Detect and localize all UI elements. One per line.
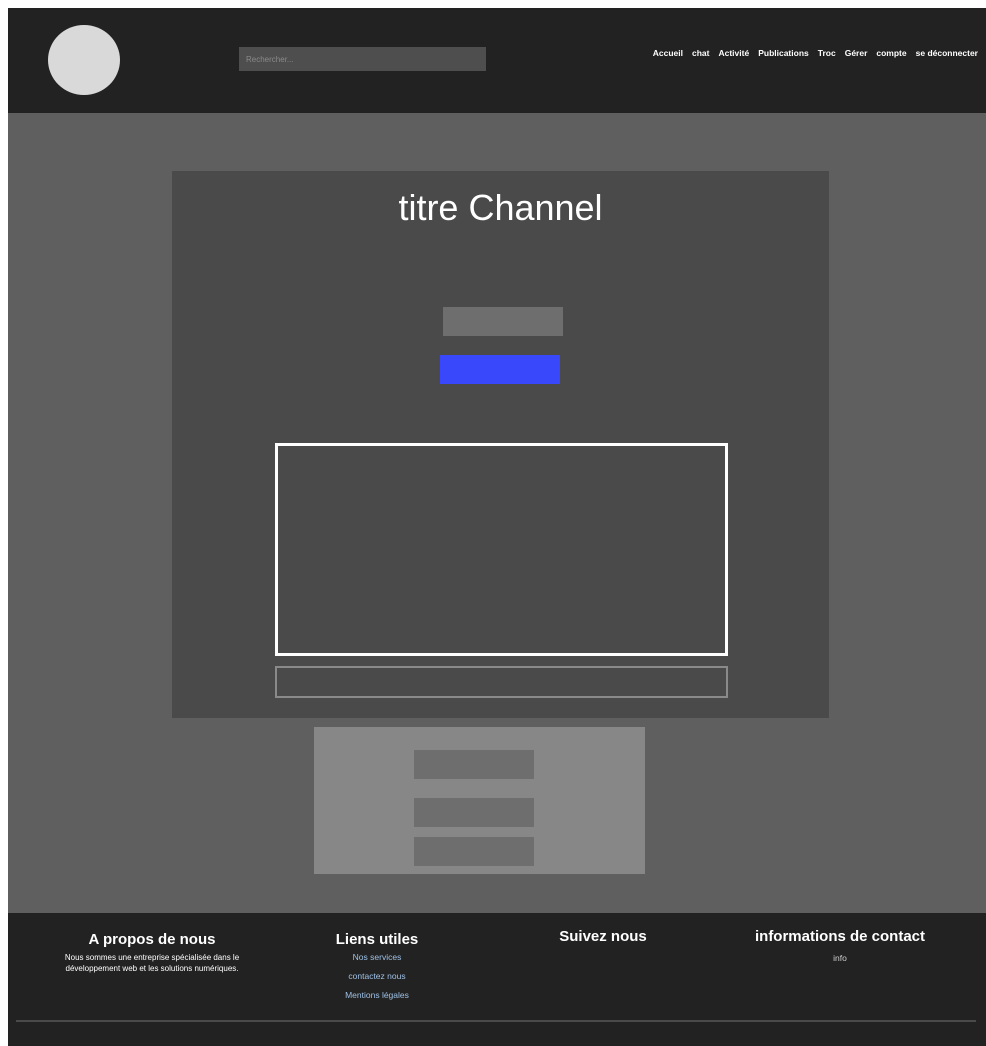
search-input[interactable]	[239, 47, 486, 71]
secondary-button-3[interactable]	[414, 837, 534, 866]
nav-compte[interactable]: compte	[876, 48, 906, 58]
logo[interactable]	[48, 25, 120, 95]
footer-follow: Suivez nous	[538, 928, 668, 945]
footer-divider	[16, 1020, 976, 1022]
footer-links: Liens utiles Nos services contactez nous…	[312, 931, 442, 1005]
nav-publications[interactable]: Publications	[758, 48, 809, 58]
main-nav: Accueil chat Activité Publications Troc …	[653, 48, 978, 58]
nav-accueil[interactable]: Accueil	[653, 48, 683, 58]
footer-about-text: Nous sommes une entreprise spécialisée d…	[64, 953, 240, 973]
footer-about: A propos de nous Nous sommes une entrepr…	[56, 931, 248, 974]
channel-primary-button[interactable]	[440, 355, 560, 384]
footer-link-legal[interactable]: Mentions légales	[312, 986, 442, 1005]
footer-link-services[interactable]: Nos services	[312, 948, 442, 967]
chat-messages-area[interactable]	[275, 443, 728, 656]
channel-title: titre Channel	[398, 187, 603, 228]
nav-troc[interactable]: Troc	[818, 48, 836, 58]
footer-contact: informations de contact info	[730, 928, 950, 963]
footer-contact-title: informations de contact	[754, 928, 926, 945]
secondary-button-2[interactable]	[414, 798, 534, 827]
footer-about-title: A propos de nous	[88, 931, 216, 948]
nav-deconnecter[interactable]: se déconnecter	[916, 48, 978, 58]
channel-panel: titre Channel	[172, 171, 829, 718]
page-frame: Accueil chat Activité Publications Troc …	[8, 8, 986, 1046]
channel-action-button[interactable]	[443, 307, 563, 336]
secondary-button-1[interactable]	[414, 750, 534, 779]
secondary-panel	[314, 727, 645, 874]
footer: A propos de nous Nous sommes une entrepr…	[8, 913, 986, 1046]
top-header: Accueil chat Activité Publications Troc …	[8, 8, 986, 113]
nav-activite[interactable]: Activité	[718, 48, 749, 58]
message-input[interactable]	[275, 666, 728, 698]
nav-chat[interactable]: chat	[692, 48, 709, 58]
footer-follow-title: Suivez nous	[559, 928, 647, 945]
footer-contact-info: info	[833, 953, 847, 963]
nav-gerer[interactable]: Gérer	[845, 48, 868, 58]
footer-link-contact[interactable]: contactez nous	[312, 967, 442, 986]
footer-links-title: Liens utiles	[335, 931, 419, 948]
